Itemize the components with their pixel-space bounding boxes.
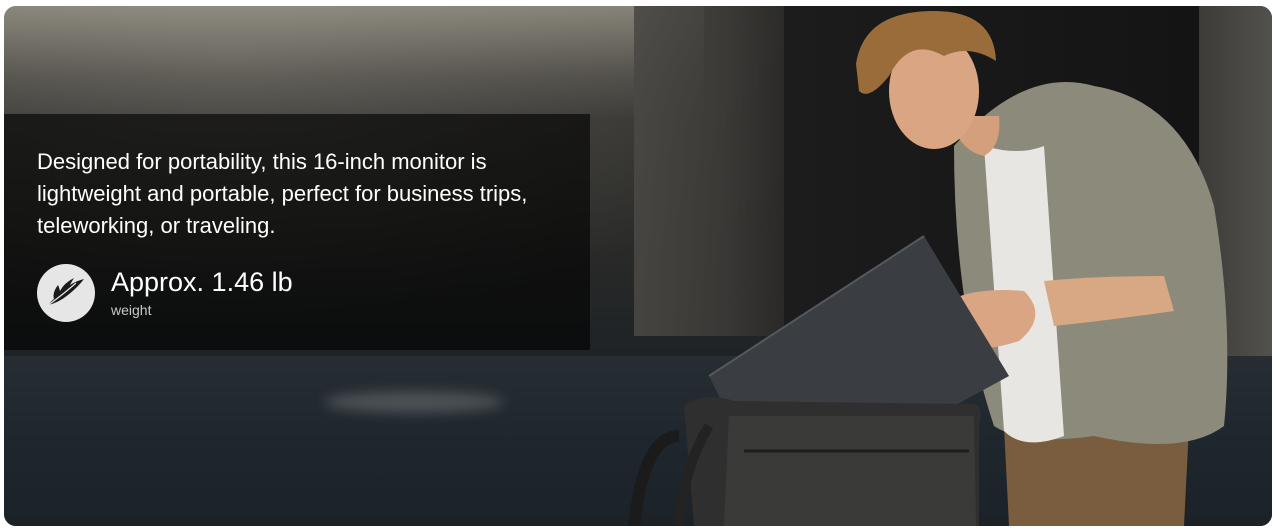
product-feature-banner: Designed for portability, this 16-inch m… bbox=[4, 6, 1272, 526]
feature-description: Designed for portability, this 16-inch m… bbox=[37, 149, 528, 238]
floor-reflection bbox=[324, 391, 504, 413]
background-ceiling-light bbox=[4, 6, 704, 121]
weight-value: Approx. 1.46 lb bbox=[111, 267, 293, 297]
feature-text-panel: Designed for portability, this 16-inch m… bbox=[4, 114, 590, 350]
feather-icon bbox=[37, 264, 95, 322]
weight-label: weight bbox=[111, 302, 152, 318]
man-placing-monitor-in-bag-photo bbox=[628, 11, 1228, 526]
